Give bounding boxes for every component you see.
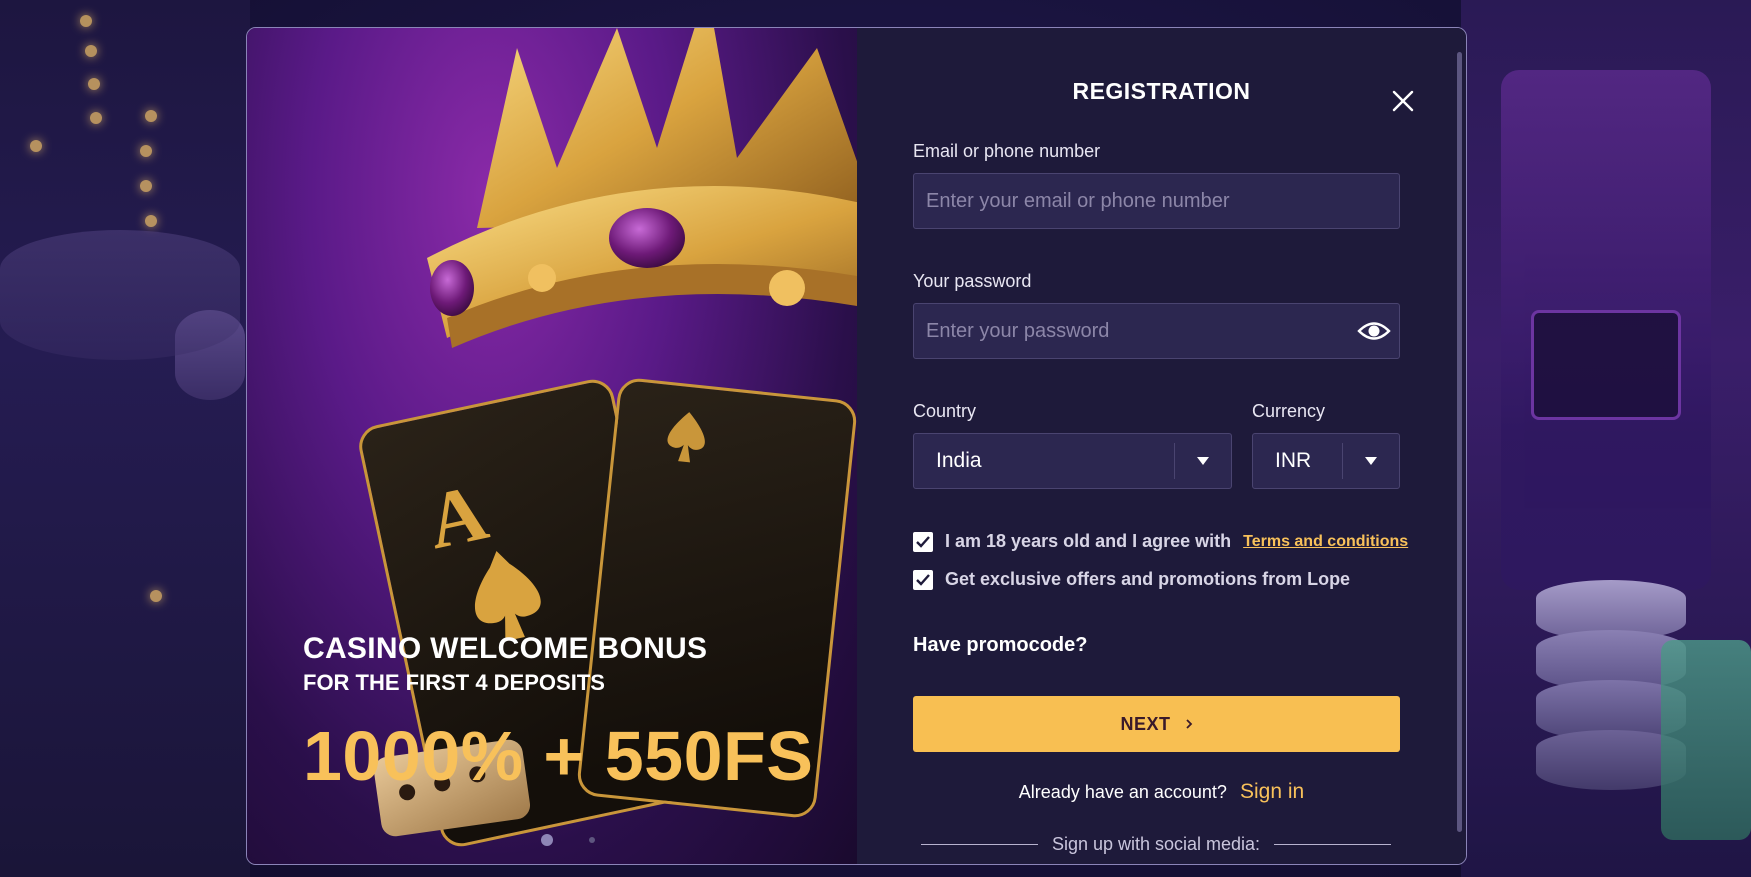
decor-light — [85, 45, 97, 57]
decor-light — [88, 78, 100, 90]
registration-modal: A CASINO WELCOME BONUS FOR THE FIRST 4 D… — [246, 27, 1467, 865]
currency-select[interactable]: INR — [1252, 433, 1400, 489]
promo-title: CASINO WELCOME BONUS — [303, 632, 708, 665]
spade-icon — [667, 412, 705, 463]
caret-down-icon — [1175, 457, 1231, 465]
decor-light — [30, 140, 42, 152]
decor-chip-stack-green — [1661, 640, 1751, 840]
registration-form: REGISTRATION Email or phone number Your … — [857, 28, 1466, 864]
chevron-right-icon — [1185, 719, 1192, 729]
country-select[interactable]: India — [913, 433, 1232, 489]
decor-light — [80, 15, 92, 27]
caret-down-icon — [1343, 457, 1399, 465]
age-agreement-checkbox-row[interactable]: I am 18 years old and I agree with Terms… — [913, 531, 1408, 552]
terms-link[interactable]: Terms and conditions — [1243, 533, 1408, 551]
currency-select-value: INR — [1275, 449, 1312, 472]
password-field[interactable] — [913, 303, 1400, 359]
offers-checkbox[interactable] — [913, 569, 933, 590]
scrollbar[interactable] — [1457, 52, 1462, 832]
promo-text-block: CASINO WELCOME BONUS FOR THE FIRST 4 DEP… — [303, 632, 813, 796]
age-agreement-text: I am 18 years old and I agree with — [945, 531, 1232, 551]
decor-light — [90, 112, 102, 124]
password-label: Your password — [913, 271, 1032, 291]
age-agreement-checkbox[interactable] — [913, 531, 933, 552]
country-label: Country — [913, 401, 977, 421]
decor-light — [150, 590, 162, 602]
promo-bonus-amount: 1000% + 550FS — [303, 717, 814, 795]
social-signup-divider: Sign up with social media: — [921, 834, 1392, 855]
checkmark-icon — [916, 573, 930, 586]
decor-light — [145, 215, 157, 227]
currency-label: Currency — [1252, 401, 1326, 421]
slot-machine-decor — [1501, 70, 1711, 590]
eye-icon[interactable] — [1357, 318, 1391, 344]
signin-row: Already have an account? Sign in — [857, 780, 1466, 804]
email-field[interactable] — [913, 173, 1400, 229]
next-button-label: NEXT — [1120, 713, 1171, 734]
decor-table — [0, 230, 240, 360]
crown-illustration — [427, 28, 857, 348]
next-button[interactable]: NEXT — [913, 696, 1400, 752]
close-icon[interactable] — [1392, 90, 1414, 112]
email-label: Email or phone number — [913, 141, 1101, 161]
slot-window-decor — [1531, 310, 1681, 420]
carousel-dots — [541, 834, 595, 846]
promo-subtitle: FOR THE FIRST 4 DEPOSITS — [303, 670, 605, 695]
decor-light — [140, 145, 152, 157]
decor-light — [145, 110, 157, 122]
background-left-decor — [0, 0, 250, 877]
social-signup-label: Sign up with social media: — [1051, 834, 1261, 854]
carousel-dot-active[interactable] — [541, 834, 553, 846]
promocode-toggle[interactable]: Have promocode? — [913, 634, 1087, 657]
divider-line — [1274, 844, 1392, 845]
signin-link[interactable]: Sign in — [1240, 780, 1304, 803]
form-title: REGISTRATION — [1072, 78, 1251, 104]
offers-text: Get exclusive offers and promotions from… — [945, 569, 1351, 589]
background-right-decor — [1461, 0, 1751, 877]
decor-light — [140, 180, 152, 192]
country-select-value: India — [936, 449, 982, 472]
svg-text:A: A — [420, 468, 495, 566]
signin-question: Already have an account? — [1018, 782, 1227, 802]
checkmark-icon — [916, 535, 930, 548]
promo-banner: A CASINO WELCOME BONUS FOR THE FIRST 4 D… — [247, 28, 857, 864]
offers-checkbox-row[interactable]: Get exclusive offers and promotions from… — [913, 569, 1350, 590]
carousel-dot[interactable] — [589, 837, 595, 843]
divider-line — [921, 844, 1038, 845]
